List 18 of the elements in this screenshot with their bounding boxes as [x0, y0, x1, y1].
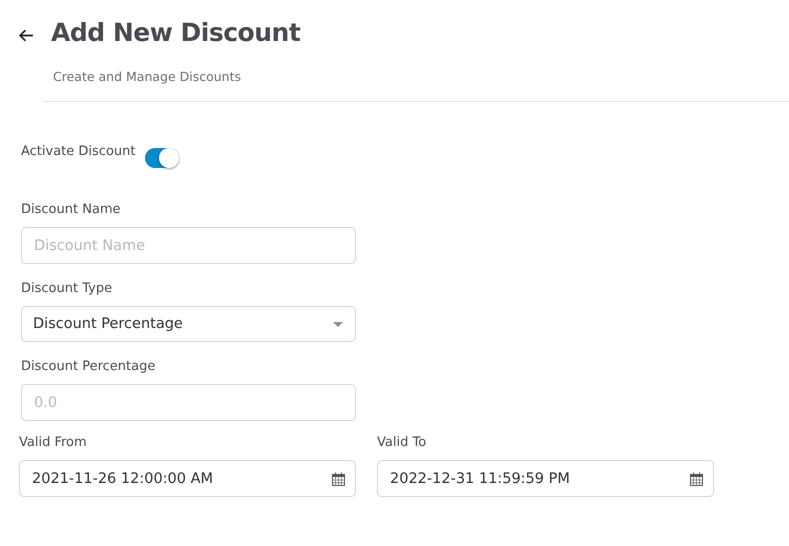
input-field[interactable]: 0.0 — [21, 384, 356, 421]
page-subtitle: Create and Manage Discounts — [53, 69, 242, 84]
field-label: Discount Name — [21, 202, 122, 217]
back-arrow-icon[interactable] — [18, 27, 35, 44]
field-label: Discount Type — [21, 281, 114, 296]
page-title: Add New Discount — [51, 18, 300, 47]
date-field[interactable]: 2021-11-26 12:00:00 AM — [19, 460, 356, 497]
dropdown-field[interactable]: Discount Percentage — [21, 306, 356, 342]
calendar-icon[interactable] — [332, 472, 345, 486]
field-label: Discount Percentage — [21, 359, 156, 374]
input-field[interactable]: Discount Name — [21, 227, 356, 264]
field-label: Valid From — [19, 435, 88, 450]
field-label: Activate Discount — [21, 144, 136, 159]
calendar-icon[interactable] — [690, 472, 703, 486]
caret-icon — [333, 322, 343, 326]
toggle-switch[interactable] — [145, 148, 180, 168]
date-field[interactable]: 2022-12-31 11:59:59 PM — [377, 460, 714, 497]
field-label: Valid To — [377, 435, 428, 450]
